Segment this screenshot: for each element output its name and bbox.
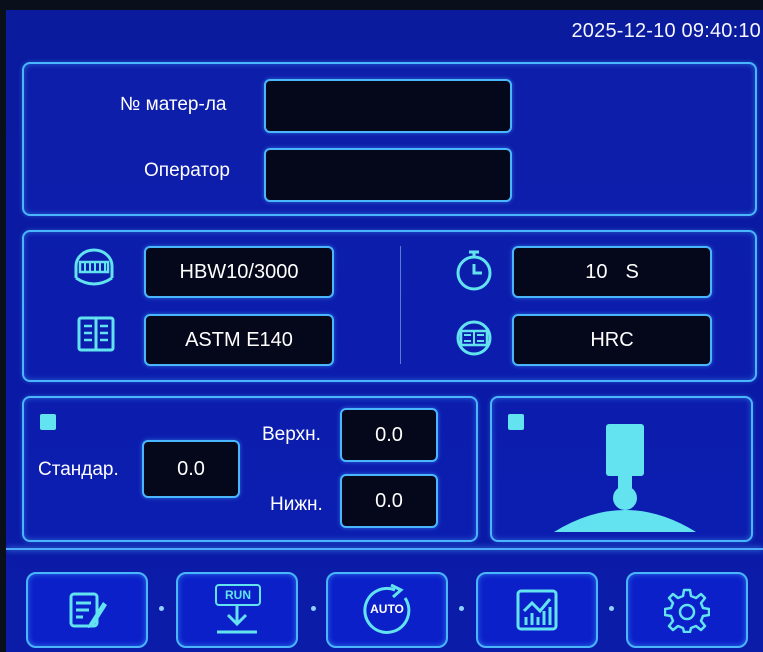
standard-value-field[interactable]: 0.0 [142, 440, 240, 498]
chart-icon [516, 589, 558, 631]
material-number-field[interactable] [264, 79, 512, 133]
dwell-time-unit: S [625, 260, 639, 283]
test-parameters-panel: HBW10/3000 ASTM E140 10 S HRC [22, 230, 757, 382]
standard-value-label: Стандар. [38, 459, 119, 480]
operator-field[interactable] [264, 148, 512, 202]
nav-dot [459, 606, 464, 611]
nav-dot [311, 606, 316, 611]
nav-dot [609, 606, 614, 611]
bottom-navigation: RUN AUTO [6, 548, 763, 652]
auto-button[interactable]: AUTO [326, 572, 448, 648]
nav-dot [159, 606, 164, 611]
tolerance-limits-panel: Стандар. 0.0 Верхн. 0.0 Нижн. 0.0 [22, 396, 478, 542]
limits-indicator [40, 414, 56, 430]
indenter-graphic [550, 418, 700, 534]
run-badge: RUN [215, 584, 261, 606]
datetime-display: 2025-12-10 09:40:10 [571, 20, 761, 42]
lower-limit-field[interactable]: 0.0 [340, 474, 438, 528]
run-button[interactable]: RUN [176, 572, 298, 648]
upper-limit-label: Верхн. [262, 424, 321, 445]
test-standard-field[interactable]: ASTM E140 [144, 314, 334, 366]
indenter-load-icon [70, 248, 118, 288]
panel-divider [400, 246, 401, 364]
edit-icon [69, 592, 107, 628]
dwell-timer-icon [454, 248, 494, 292]
conversion-scale-icon [454, 318, 494, 358]
hardness-scale-field[interactable]: HBW10/3000 [144, 246, 334, 298]
edit-button[interactable] [26, 572, 148, 648]
lower-limit-label: Нижн. [270, 494, 323, 515]
dwell-time-field[interactable]: 10 S [512, 246, 712, 298]
info-panel: № матер-ла Оператор [22, 62, 757, 216]
auto-icon: AUTO [361, 584, 413, 636]
run-arrow-icon [217, 606, 257, 634]
statistics-button[interactable] [476, 572, 598, 648]
run-text: RUN [225, 588, 251, 602]
nav-separator-line [6, 548, 763, 550]
auto-text: AUTO [370, 602, 404, 616]
standard-book-icon [76, 314, 116, 354]
material-number-label: № матер-ла [120, 94, 227, 115]
conversion-scale-field[interactable]: HRC [512, 314, 712, 366]
indenter-indicator [508, 414, 524, 430]
gear-icon [664, 588, 710, 633]
upper-limit-field[interactable]: 0.0 [340, 408, 438, 462]
operator-label: Оператор [144, 160, 230, 181]
settings-button[interactable] [626, 572, 748, 648]
hardness-tester-screen: 2025-12-10 09:40:10 № матер-ла Оператор … [6, 10, 763, 652]
indenter-panel [490, 396, 753, 542]
run-icon: RUN [209, 584, 265, 636]
dwell-time-value: 10 [585, 260, 608, 283]
